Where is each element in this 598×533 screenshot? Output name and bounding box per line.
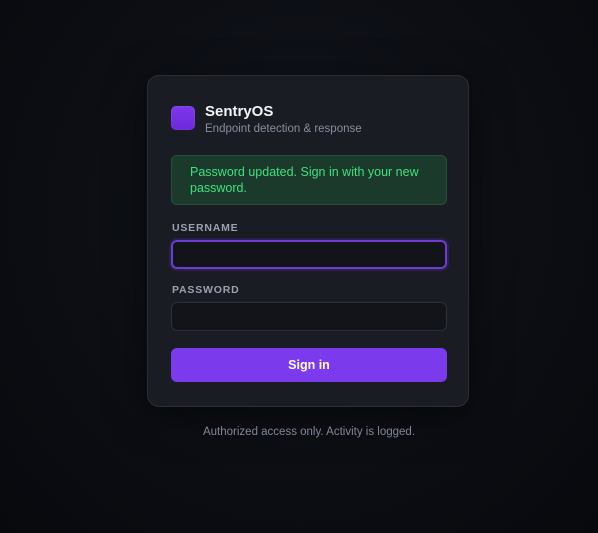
username-label: USERNAME (172, 222, 239, 234)
brand-header: SentryOS Endpoint detection & response (171, 103, 362, 137)
brand-subtitle: Endpoint detection & response (205, 123, 362, 135)
success-alert: Password updated. Sign in with your new … (171, 155, 447, 205)
footer-notice: Authorized access only. Activity is logg… (202, 426, 415, 438)
username-input[interactable] (171, 240, 447, 269)
sign-in-button[interactable]: Sign in (171, 348, 447, 382)
brand-name: SentryOS (205, 103, 274, 120)
brand-text: SentryOS Endpoint detection & response (205, 103, 362, 137)
logo-icon (171, 106, 195, 130)
login-card: SentryOS Endpoint detection & response P… (147, 75, 469, 407)
password-label: PASSWORD (172, 284, 240, 296)
password-input[interactable] (171, 302, 447, 331)
